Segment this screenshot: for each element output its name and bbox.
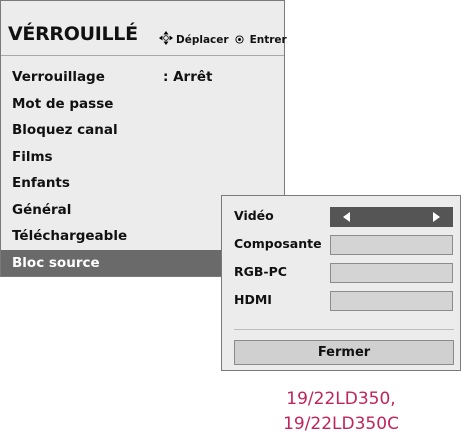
menu-item-label: Mot de passe (12, 95, 114, 112)
video-label: Vidéo (234, 208, 274, 223)
component-label: Composante (234, 236, 322, 251)
close-button[interactable]: Fermer (234, 340, 454, 365)
lock-system-value: : Arrêt (163, 69, 213, 85)
hdmi-label: HDMI (234, 292, 272, 307)
model-caption-line-2: 19/22LD350C (283, 414, 399, 434)
navigation-hint: Déplacer Entrer (159, 31, 287, 48)
hdmi-selector[interactable] (330, 291, 453, 311)
hint-move-label: Déplacer (176, 33, 229, 46)
menu-item-label: Enfants (12, 175, 70, 191)
menu-item-label: Bloquez canal (12, 122, 118, 138)
menu-item-label: Verrouillage (12, 69, 105, 85)
model-caption-line-1: 19/22LD350, (286, 389, 396, 409)
submenu-row-rgb-pc[interactable]: RGB-PC (222, 258, 460, 286)
rgb-pc-label: RGB-PC (234, 264, 287, 279)
submenu-divider (234, 329, 454, 330)
menu-item-label: Téléchargeable (12, 228, 128, 244)
video-selector[interactable] (330, 207, 453, 227)
submenu-row-hdmi[interactable]: HDMI (222, 286, 460, 314)
menu-item-password[interactable]: Mot de passe (1, 91, 284, 118)
rgb-pc-selector[interactable] (330, 263, 453, 283)
four-way-arrows-icon (159, 31, 176, 48)
ok-circle-icon (235, 35, 247, 44)
menu-header: VÉRROUILLÉ Déplacer Entrer (1, 1, 287, 56)
arrow-left-icon[interactable] (343, 212, 350, 222)
hint-enter-label: Entrer (249, 33, 287, 46)
menu-item-label: Films (12, 148, 53, 165)
component-selector[interactable] (330, 235, 453, 255)
menu-item-label: Bloc source (12, 254, 100, 271)
menu-item-movies[interactable]: Films (1, 144, 284, 171)
menu-item-label: Général (12, 201, 72, 218)
submenu-row-component[interactable]: Composante (222, 230, 460, 258)
input-block-submenu: Vidéo Composante RGB-PC HDMI Fermer (221, 195, 461, 371)
arrow-right-icon[interactable] (433, 212, 440, 222)
menu-item-lock-system[interactable]: Verrouillage : Arrêt (1, 64, 284, 91)
menu-item-block-channel[interactable]: Bloquez canal (1, 117, 284, 144)
submenu-row-video[interactable]: Vidéo (222, 202, 460, 230)
menu-title: VÉRROUILLÉ (8, 23, 138, 45)
menu-item-children[interactable]: Enfants (1, 170, 284, 197)
